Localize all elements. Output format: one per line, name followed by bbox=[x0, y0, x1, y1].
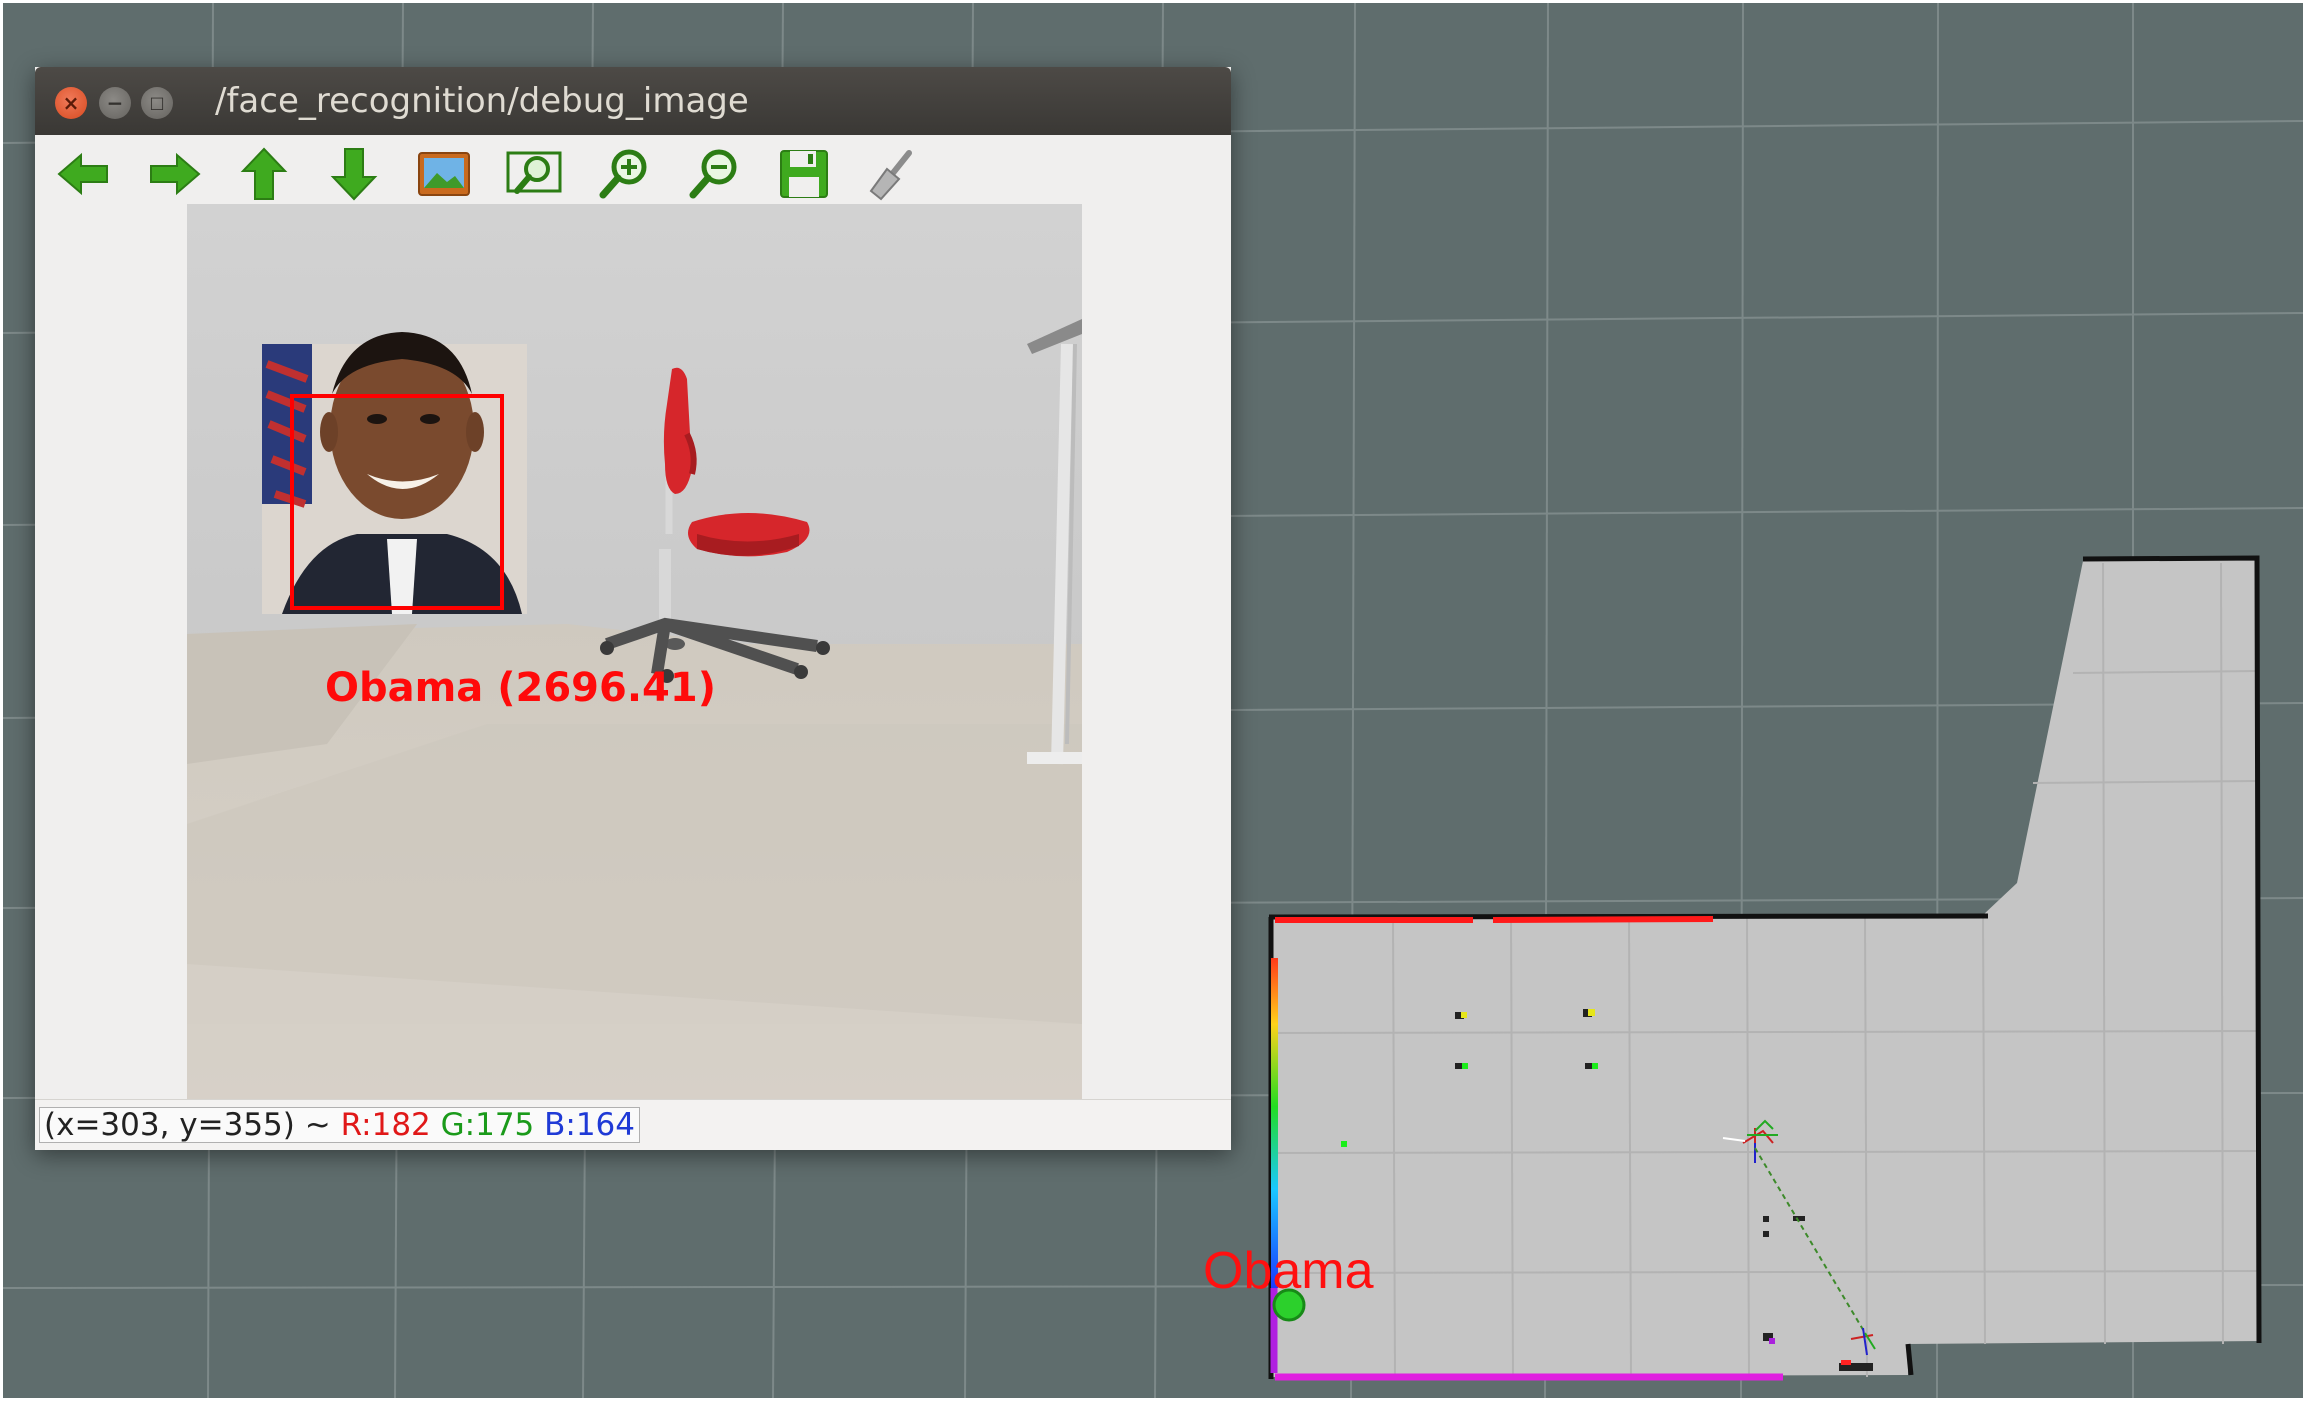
debug-image[interactable] bbox=[187, 204, 1082, 1099]
image-view-window[interactable]: × − □ /face_recognition/debug_image Obam… bbox=[35, 67, 1231, 1150]
save-icon[interactable] bbox=[775, 147, 833, 201]
close-button[interactable]: × bbox=[55, 87, 87, 119]
laser-scan-top bbox=[1275, 916, 1714, 923]
laser-scan-left bbox=[1271, 958, 1278, 1288]
up-icon[interactable] bbox=[235, 147, 293, 201]
status-bar: (x=303, y=355) ~ R:182 G:175 B:164 bbox=[35, 1099, 1231, 1150]
image-icon[interactable] bbox=[415, 147, 473, 201]
map-free-space bbox=[1271, 558, 2261, 1377]
face-recognition-label: Obama (2696.41) bbox=[325, 665, 716, 711]
back-icon[interactable] bbox=[55, 147, 113, 201]
zoom-in-icon[interactable] bbox=[595, 147, 653, 201]
maximize-button[interactable]: □ bbox=[141, 87, 173, 119]
pixel-green-value: G:175 bbox=[440, 1107, 535, 1143]
toolbar bbox=[35, 135, 1231, 207]
pixel-red-value: R:182 bbox=[340, 1107, 431, 1143]
pixel-coords: (x=303, y=355) ~ bbox=[44, 1107, 341, 1143]
forward-icon[interactable] bbox=[145, 147, 203, 201]
minimize-button[interactable]: − bbox=[99, 87, 131, 119]
clear-icon[interactable] bbox=[865, 147, 923, 201]
pixel-blue-value: B:164 bbox=[544, 1107, 636, 1143]
window-titlebar[interactable]: × − □ /face_recognition/debug_image bbox=[35, 67, 1231, 135]
pixel-readout: (x=303, y=355) ~ R:182 G:175 B:164 bbox=[39, 1107, 641, 1143]
face-poster bbox=[262, 332, 527, 614]
window-title: /face_recognition/debug_image bbox=[215, 81, 749, 121]
down-icon[interactable] bbox=[325, 147, 383, 201]
zoom-out-icon[interactable] bbox=[685, 147, 743, 201]
map-wall-bottom-right bbox=[1905, 1343, 1914, 1376]
map-person-label: Obama bbox=[1203, 1242, 1374, 1300]
zoom-fit-icon[interactable] bbox=[505, 147, 563, 201]
